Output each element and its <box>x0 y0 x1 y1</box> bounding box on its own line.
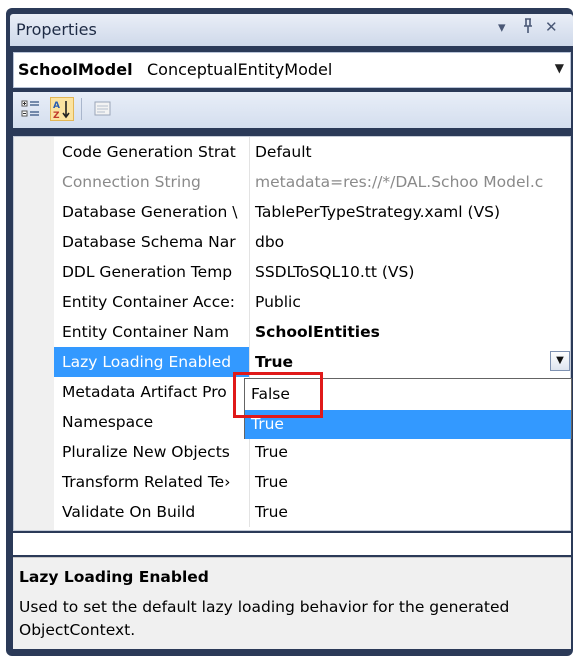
property-value[interactable]: TablePerTypeStrategy.xaml (VS) <box>251 197 570 227</box>
description-text: Used to set the default lazy loading beh… <box>19 598 510 639</box>
property-row[interactable]: Database Schema Nar dbo <box>54 227 570 257</box>
property-name: Namespace <box>54 407 250 437</box>
property-value[interactable]: Default <box>251 137 570 167</box>
property-name: Code Generation Strat <box>54 137 250 167</box>
chevron-down-icon[interactable]: ▼ <box>555 61 564 75</box>
property-name: Entity Container Acce: <box>54 287 250 317</box>
property-row[interactable]: Code Generation Strat Default <box>54 137 570 167</box>
property-value[interactable]: True <box>251 467 570 497</box>
object-name: SchoolModel <box>18 60 133 79</box>
close-icon[interactable]: ✕ <box>545 18 558 36</box>
property-name: Metadata Artifact Pro <box>54 377 250 407</box>
property-name: Pluralize New Objects <box>54 437 250 467</box>
property-name: DDL Generation Temp <box>54 257 250 287</box>
properties-toolbar: A Z <box>13 92 571 128</box>
property-value[interactable]: SchoolEntities <box>251 317 570 347</box>
description-pane: Lazy Loading Enabled Used to set the def… <box>13 557 571 649</box>
property-value[interactable]: metadata=res://*/DAL.Schoo Model.c <box>251 167 570 197</box>
property-row[interactable]: Connection String metadata=res://*/DAL.S… <box>54 167 570 197</box>
property-row[interactable]: Database Generation \ TablePerTypeStrate… <box>54 197 570 227</box>
window-title: Properties <box>16 20 97 39</box>
property-value[interactable]: SSDLToSQL10.tt (VS) <box>251 257 570 287</box>
property-pages-icon[interactable] <box>91 97 115 121</box>
description-title: Lazy Loading Enabled <box>19 568 209 586</box>
toolbar-separator <box>81 98 82 120</box>
property-name: Validate On Build <box>54 497 250 527</box>
grid-splitter[interactable] <box>13 533 571 555</box>
grid-gutter <box>14 137 54 530</box>
property-name: Lazy Loading Enabled <box>54 347 250 377</box>
property-name: Connection String <box>54 167 250 197</box>
property-value[interactable]: dbo <box>251 227 570 257</box>
property-row[interactable]: Entity Container Nam SchoolEntities <box>54 317 570 347</box>
property-value[interactable]: Public <box>251 287 570 317</box>
svg-text:A: A <box>53 101 60 111</box>
title-bar: Properties ▾ ✕ <box>10 14 573 46</box>
object-type: ConceptualEntityModel <box>147 60 333 79</box>
property-name: Database Generation \ <box>54 197 250 227</box>
categorized-icon[interactable] <box>19 97 43 121</box>
svg-text:Z: Z <box>53 111 60 120</box>
chevron-down-icon[interactable]: ▼ <box>550 351 570 371</box>
annotation-highlight-box <box>233 372 323 418</box>
property-row[interactable]: Entity Container Acce: Public <box>54 287 570 317</box>
property-name: Transform Related Te› <box>54 467 250 497</box>
object-selector[interactable]: SchoolModel ConceptualEntityModel ▼ <box>13 52 571 88</box>
property-row[interactable]: DDL Generation Temp SSDLToSQL10.tt (VS) <box>54 257 570 287</box>
window-menu-icon[interactable]: ▾ <box>498 18 506 36</box>
property-value[interactable]: True <box>251 437 570 467</box>
property-row[interactable]: Validate On Build True <box>54 497 570 527</box>
property-row[interactable]: Transform Related Te› True <box>54 467 570 497</box>
property-name: Database Schema Nar <box>54 227 250 257</box>
property-row[interactable]: Pluralize New Objects True <box>54 437 570 467</box>
property-value[interactable]: True <box>251 497 570 527</box>
alphabetical-icon[interactable]: A Z <box>50 97 74 121</box>
property-grid: Code Generation Strat Default Connection… <box>13 136 571 531</box>
property-name: Entity Container Nam <box>54 317 250 347</box>
pin-icon[interactable] <box>521 18 535 38</box>
